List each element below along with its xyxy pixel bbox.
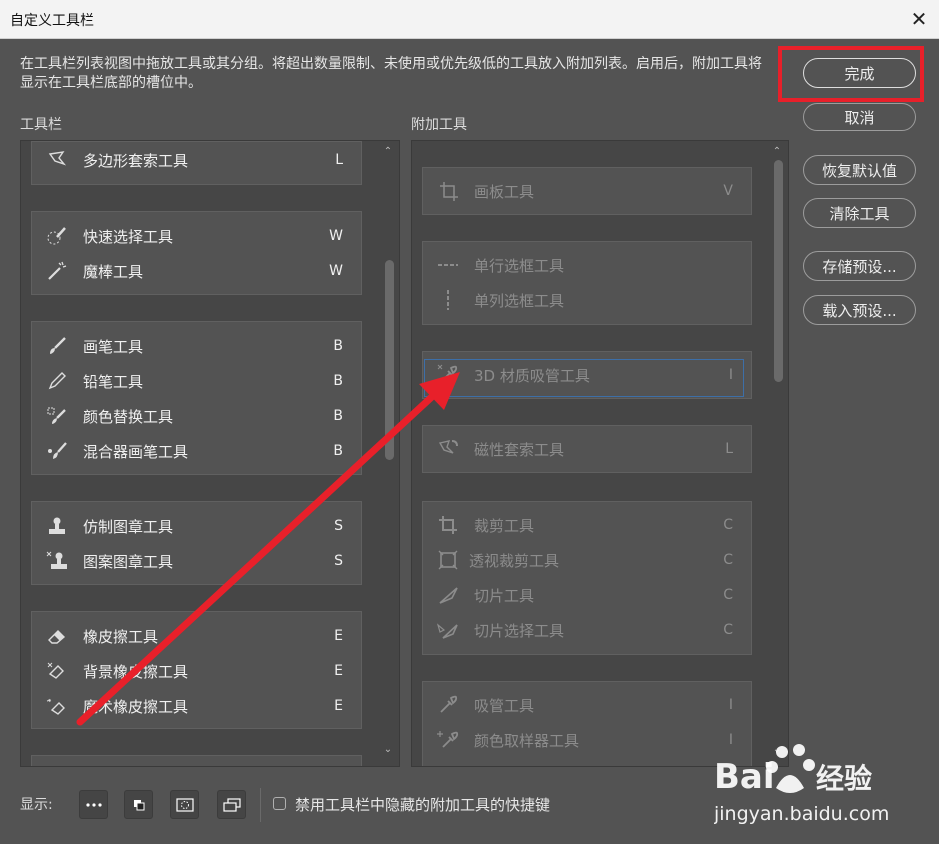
customize-toolbar-dialog: 自定义工具栏 ✕ 在工具栏列表视图中拖放工具或其分组。将超出数量限制、未使用或优…	[0, 0, 939, 844]
watermark-url: jingyan.baidu.com	[714, 803, 889, 825]
baidu-jingyan-watermark: Bai 经验 jingyan.baidu.com	[714, 740, 939, 840]
annotation-arrow	[76, 372, 460, 726]
watermark-brand: Bai	[714, 757, 775, 797]
watermark-brand2: 经验	[816, 762, 872, 795]
